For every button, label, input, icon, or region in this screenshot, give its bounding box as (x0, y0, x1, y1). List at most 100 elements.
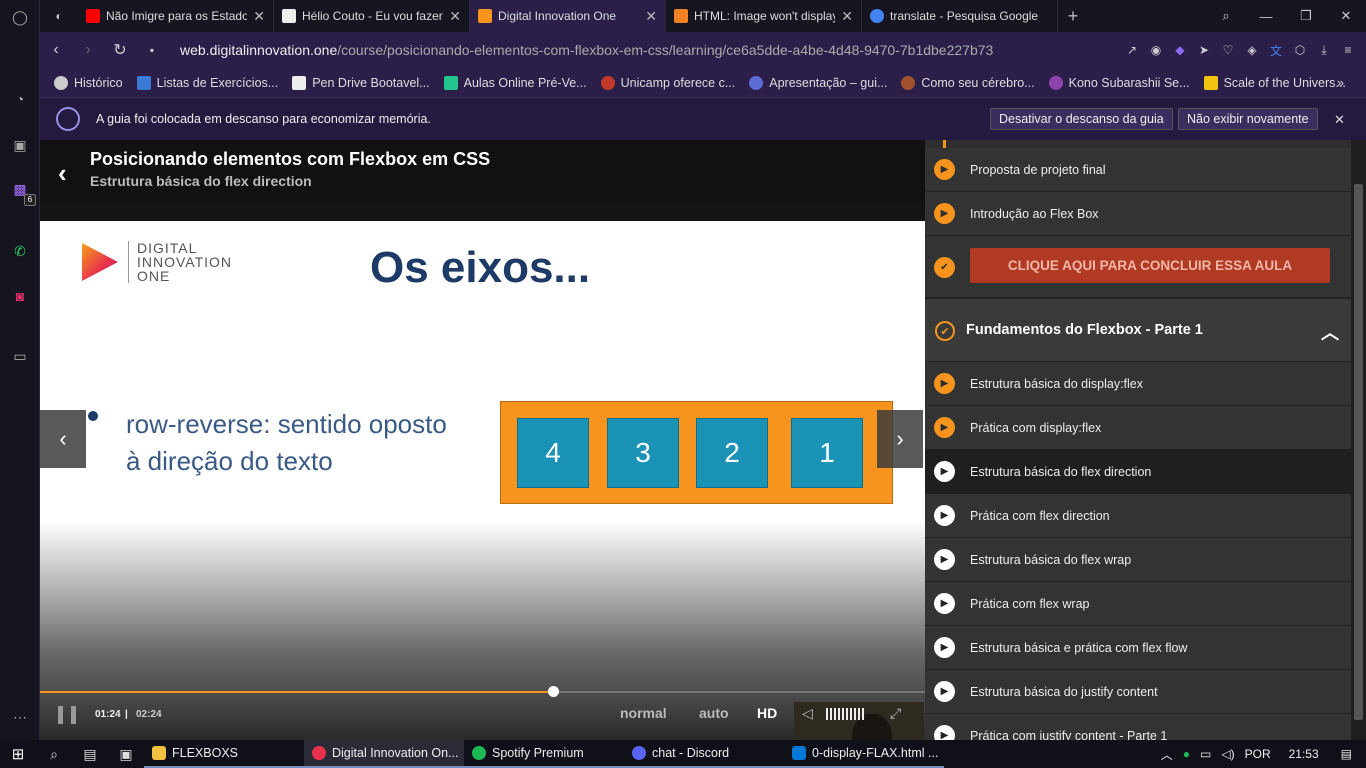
disable-snooze-button[interactable]: Desativar o descanso da guia (990, 108, 1173, 130)
taskbar-app-opera[interactable]: Digital Innovation On... (304, 740, 464, 768)
fullscreen-icon[interactable]: ⤢ (890, 705, 901, 722)
store-icon[interactable]: ▣ (108, 746, 144, 763)
bookmark-apresentacao[interactable]: Apresentação – gui... (749, 75, 887, 90)
taskbar-app-discord[interactable]: chat - Discord (624, 740, 784, 768)
minimize-button[interactable]: — (1246, 0, 1286, 32)
camera-icon[interactable]: ◉ (1148, 42, 1164, 58)
lesson-row[interactable]: ▶ Introdução ao Flex Box (925, 192, 1351, 236)
tab-helio[interactable]: Hélio Couto - Eu vou fazer ✕ (274, 0, 470, 32)
lesson-row[interactable]: ▶ Prática com display:flex (925, 406, 1351, 450)
lesson-row[interactable]: ▶ Estrutura básica e prática com flex flo… (925, 626, 1351, 670)
section-check-icon: ✔ (935, 321, 955, 341)
speaker-icon[interactable]: ◁) (1221, 747, 1234, 761)
close-icon[interactable]: ✕ (253, 8, 265, 25)
video-slide[interactable]: DIGITAL INNOVATION ONE Os eixos... row-r… (40, 221, 925, 740)
close-icon[interactable]: ✕ (841, 8, 853, 25)
complete-lesson-button[interactable]: CLIQUE AQUI PARA CONCLUIR ESSA AULA (970, 248, 1330, 283)
tab-google[interactable]: translate - Pesquisa Google (862, 0, 1058, 32)
opera-logo-icon[interactable]: ◯ (9, 6, 31, 28)
network-icon[interactable]: ▭ (1200, 747, 1211, 761)
tray-chevron-icon[interactable]: ︿ (1161, 746, 1173, 763)
download-icon[interactable]: ⤓ (1316, 42, 1332, 58)
lesson-row[interactable]: ▶ Prática com flex wrap (925, 582, 1351, 626)
flex-item: 4 (517, 418, 589, 488)
url-field[interactable]: web.digitalinnovation.one/course/posicio… (180, 42, 993, 58)
taskbar-app-spotify[interactable]: Spotify Premium (464, 740, 624, 768)
progress-bar[interactable] (40, 691, 925, 693)
bookmark-listas[interactable]: Listas de Exercícios... (136, 75, 278, 90)
language-indicator[interactable]: POR (1245, 747, 1271, 761)
quality-hd-button[interactable]: HD (757, 705, 777, 721)
bookmark-icon (443, 75, 458, 90)
pause-icon[interactable] (58, 706, 76, 724)
bookmark-cerebro[interactable]: Como seu cérebro... (901, 75, 1035, 90)
panel-scrollbar[interactable] (1351, 140, 1366, 740)
address-actions: ↗ ◉ ◆ ➤ ♡ ◈ 文 ⬡ ⤓ ≡ (1124, 32, 1356, 68)
bookmark-scale[interactable]: Scale of the Univers... (1203, 75, 1346, 90)
speed-button[interactable]: normal (620, 705, 667, 721)
bookmark-aulas[interactable]: Aulas Online Pré-Ve... (443, 75, 587, 90)
box-icon[interactable]: ⬡ (1292, 42, 1308, 58)
taskbar-app-explorer[interactable]: FLEXBOXS (144, 740, 304, 768)
scrollbar-thumb[interactable] (1354, 184, 1363, 720)
lesson-row[interactable]: ▶ Estrutura básica do justify content (925, 670, 1351, 714)
bookmark-historico[interactable]: Histórico (54, 75, 123, 90)
tab-youtube[interactable]: Não Imigre para os Estados ✕ (78, 0, 274, 32)
send-icon[interactable]: ➤ (1196, 42, 1212, 58)
back-icon[interactable]: ‹ (40, 41, 72, 59)
opera-logo-icon (56, 107, 80, 131)
quality-auto-button[interactable]: auto (699, 705, 729, 721)
reload-icon[interactable]: ↻ (104, 40, 136, 60)
bookmark-unicamp[interactable]: Unicamp oferece c... (600, 75, 735, 90)
instagram-icon[interactable]: ◙ (9, 285, 31, 307)
lesson-row[interactable]: ▶ Prática com flex direction (925, 494, 1351, 538)
volume-icon[interactable]: ◁ (802, 705, 813, 722)
tray-status-icon[interactable]: ● (1183, 747, 1190, 761)
extension-cube-icon[interactable]: ◈ (1244, 42, 1260, 58)
task-view-icon[interactable]: ▤ (72, 746, 108, 763)
bullet-icon (88, 411, 98, 421)
workspaces-icon[interactable]: ▣ (9, 134, 31, 156)
close-icon[interactable]: ✕ (449, 8, 461, 25)
close-window-button[interactable]: ✕ (1326, 0, 1366, 32)
more-icon[interactable]: ⋯ (9, 706, 31, 728)
lesson-row[interactable]: ▶ Estrutura básica do display:flex (925, 362, 1351, 406)
speed-dial-icon[interactable]: ◔ (9, 88, 31, 110)
lesson-row[interactable]: ▶ Proposta de projeto final (925, 148, 1351, 192)
search-icon[interactable]: ⌕ (36, 746, 72, 763)
vpn-shield-icon[interactable]: ◆ (1172, 42, 1188, 58)
clock[interactable]: 21:53 (1289, 747, 1319, 761)
lesson-row-current[interactable]: ▶ Estrutura básica do flex direction (925, 450, 1351, 494)
close-notice-icon[interactable]: ✕ (1334, 112, 1345, 128)
tab-dio[interactable]: Digital Innovation One ✕ (470, 0, 666, 32)
chevron-up-icon[interactable]: ︿ (1321, 319, 1339, 345)
notifications-icon[interactable]: ▤ (1341, 747, 1352, 761)
forward-icon[interactable]: › (72, 41, 104, 59)
whatsapp-icon[interactable]: ✆ (9, 240, 31, 262)
search-tabs-icon[interactable]: ⌕ (1206, 0, 1246, 32)
taskbar-app-vscode[interactable]: 0-display-FLAX.html ... (784, 740, 944, 768)
volume-slider[interactable] (826, 708, 866, 720)
translate-icon[interactable]: 文 (1268, 42, 1284, 58)
lesson-row[interactable]: ▶ Prática com justify content - Parte 1 (925, 714, 1351, 740)
tab-stackoverflow[interactable]: HTML: Image won't display ✕ (666, 0, 862, 32)
close-icon[interactable]: ✕ (645, 8, 657, 25)
gamepad-icon[interactable]: ◐ (40, 0, 78, 32)
bookmarks-more-icon[interactable]: » (1337, 76, 1344, 90)
prev-lesson-arrow-icon[interactable]: ‹ (40, 410, 86, 468)
new-tab-button[interactable]: + (1058, 0, 1088, 32)
bookmark-pendrive[interactable]: Pen Drive Bootavel... (292, 75, 430, 90)
back-arrow-icon[interactable]: ‹ (58, 158, 67, 189)
heart-icon[interactable]: ♡ (1220, 42, 1236, 58)
dont-show-again-button[interactable]: Não exibir novamente (1178, 108, 1318, 130)
next-lesson-arrow-icon[interactable]: › (877, 410, 923, 468)
play-icon: ▶ (934, 637, 955, 658)
lesson-row[interactable]: ▶ Estrutura básica do flex wrap (925, 538, 1351, 582)
windows-start-icon[interactable]: ⊞ (0, 745, 36, 763)
menu-icon[interactable]: ≡ (1340, 42, 1356, 58)
share-icon[interactable]: ↗ (1124, 42, 1140, 58)
restore-button[interactable]: ❐ (1286, 0, 1326, 32)
bookmark-kono[interactable]: Kono Subarashii Se... (1048, 75, 1190, 90)
wallet-icon[interactable]: ▭ (9, 345, 31, 367)
section-header[interactable]: ✔ Fundamentos do Flexbox - Parte 1 ︿ (925, 298, 1351, 362)
